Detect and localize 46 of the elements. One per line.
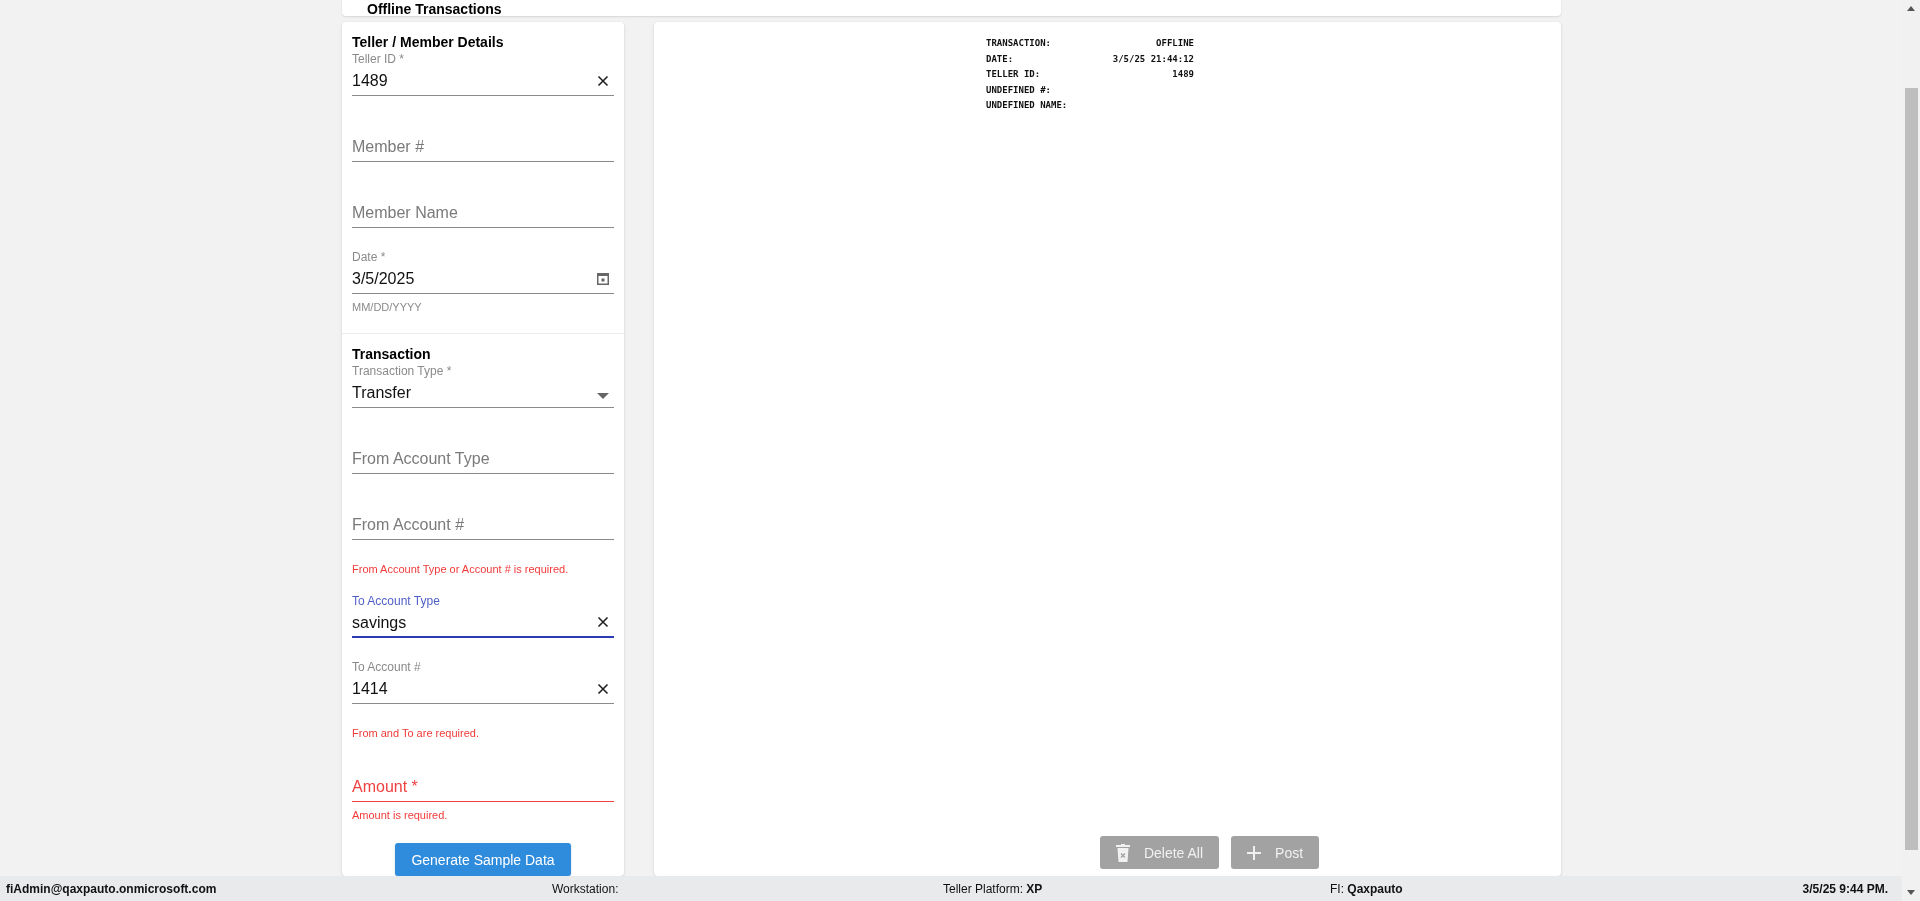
input-field[interactable]: Member Name xyxy=(352,199,582,227)
receipt-label: TELLER ID: xyxy=(986,68,1041,82)
input-field[interactable]: From Account Type xyxy=(352,445,582,473)
field-label: Date * xyxy=(352,249,387,265)
error-message: Amount is required. xyxy=(352,808,449,822)
clear-icon[interactable] xyxy=(597,616,609,628)
dropdown-field[interactable]: Transfer xyxy=(352,379,582,407)
date-field[interactable]: 3/5/2025 xyxy=(352,265,582,293)
clear-icon[interactable] xyxy=(597,683,609,695)
dropdown-caret-icon[interactable] xyxy=(597,393,609,399)
scroll-thumb[interactable] xyxy=(1905,88,1918,850)
receipt-value: OFFLINE xyxy=(1156,37,1194,50)
helper-text: MM/DD/YYYY xyxy=(352,300,423,314)
receipt-value: 3/5/25 21:44:12 xyxy=(1112,52,1194,66)
section-title: Transaction xyxy=(352,345,432,363)
input-field[interactable]: Amount * xyxy=(352,773,582,801)
field-label: To Account # xyxy=(352,659,422,675)
field-label: Transaction Type * xyxy=(352,363,453,379)
section-title: Teller / Member Details xyxy=(352,33,505,51)
input-field[interactable]: 1414 xyxy=(352,675,582,703)
workstation-label: Workstation: xyxy=(552,881,620,896)
input-field[interactable]: 1489 xyxy=(352,67,582,95)
error-message: From Account Type or Account # is required. xyxy=(352,562,570,576)
receipt-label: UNDEFINED NAME: xyxy=(986,99,1068,113)
calendar-icon[interactable] xyxy=(597,272,609,285)
input-field[interactable]: Member # xyxy=(352,133,582,161)
receipt-label: UNDEFINED #: xyxy=(986,83,1052,97)
receipt-label: DATE: xyxy=(986,52,1014,66)
fi-info: FI: Qaxpauto xyxy=(1330,881,1404,896)
field-label: To Account Type xyxy=(352,593,441,609)
scroll-down-icon[interactable] xyxy=(1907,890,1915,895)
receipt-label: TRANSACTION: xyxy=(986,37,1052,50)
page-title: Offline Transactions xyxy=(367,1,502,16)
input-field[interactable]: savings xyxy=(352,609,582,637)
date-time: 3/5/25 9:44 PM. xyxy=(1802,881,1888,896)
clear-icon[interactable] xyxy=(597,75,609,87)
trash-icon xyxy=(1115,843,1130,862)
input-field[interactable]: From Account # xyxy=(352,511,582,539)
error-message: From and To are required. xyxy=(352,726,480,740)
user-email: fiAdmin@qaxpauto.onmicrosoft.com xyxy=(6,881,218,896)
plus-icon xyxy=(1247,845,1262,860)
platform-info: Teller Platform: XP xyxy=(943,881,1044,896)
scroll-up-icon[interactable] xyxy=(1907,6,1915,11)
generate-sample-data-button[interactable]: Generate Sample Data xyxy=(395,843,571,876)
receipt-value: 1489 xyxy=(1172,68,1194,82)
field-label: Teller ID * xyxy=(352,51,405,67)
